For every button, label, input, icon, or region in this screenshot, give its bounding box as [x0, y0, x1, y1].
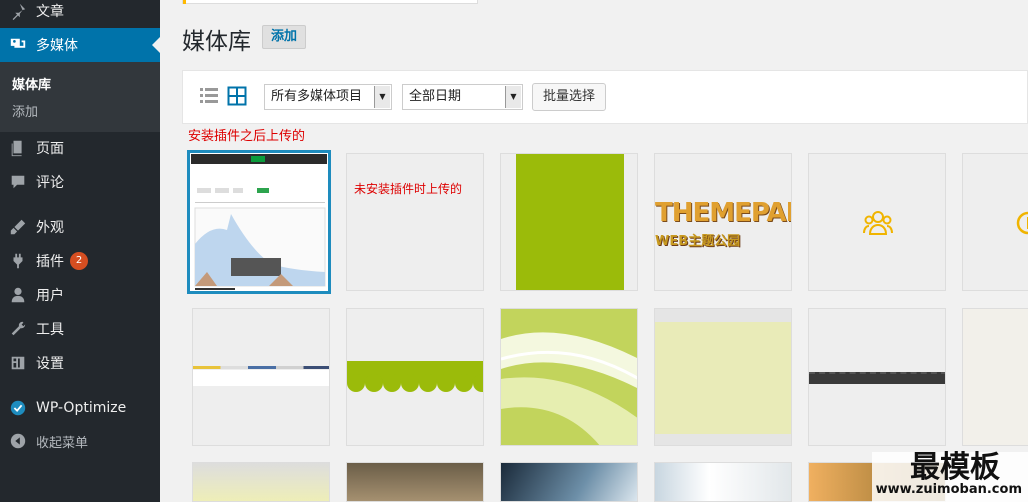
- pages-icon: [0, 139, 36, 157]
- group-users-icon: [863, 211, 893, 235]
- appearance-icon: [0, 218, 36, 236]
- media-type-filter-value: 所有多媒体项目: [271, 89, 363, 104]
- menu-posts[interactable]: 文章: [0, 0, 160, 28]
- menu-users-label: 用户: [36, 288, 64, 304]
- menu-settings-label: 设置: [36, 356, 64, 372]
- menu-comments-label: 评论: [36, 175, 64, 191]
- chevron-down-icon: ▼: [374, 86, 390, 108]
- attachment-tile[interactable]: [192, 308, 330, 446]
- menu-media-label: 多媒体: [36, 38, 78, 54]
- submenu-library[interactable]: 媒体库: [12, 74, 51, 93]
- wp-optimize-icon: [0, 399, 36, 417]
- menu-pages-label: 页面: [36, 141, 64, 157]
- menu-plugins[interactable]: 插件 2: [0, 244, 160, 278]
- attachment-tile[interactable]: [962, 308, 1028, 446]
- admin-sidebar: 文章 多媒体 媒体库 添加 页面 评论 外观 插件 2 用户 工具 设置 WP-…: [0, 0, 160, 502]
- plugins-icon: [0, 252, 36, 270]
- watermark: 最模板 www.zuimoban.com: [872, 450, 1028, 502]
- dark-band-image: [809, 372, 945, 384]
- annotation-after-plugin: 安装插件之后上传的: [188, 129, 306, 144]
- menu-wp-optimize[interactable]: WP-Optimize: [0, 391, 160, 425]
- attachment-tile[interactable]: [808, 308, 946, 446]
- menu-collapse[interactable]: 收起菜单: [0, 424, 160, 458]
- attachment-tile[interactable]: THEMEPARK WEB主题公园: [654, 153, 792, 291]
- pin-icon: [0, 2, 36, 20]
- attachment-tile[interactable]: [500, 308, 638, 446]
- menu-collapse-label: 收起菜单: [36, 435, 89, 451]
- list-view-icon[interactable]: [199, 86, 219, 106]
- attachment-tile[interactable]: [187, 150, 331, 294]
- media-submenu: 媒体库 添加: [0, 62, 160, 132]
- green-image-thumbnail: [516, 154, 624, 290]
- watermark-title: 最模板: [910, 450, 1000, 485]
- users-icon: [0, 286, 36, 304]
- menu-comments[interactable]: 评论: [0, 165, 160, 199]
- menu-appearance[interactable]: 外观: [0, 210, 160, 244]
- attachment-tile[interactable]: [808, 153, 946, 291]
- tools-icon: [0, 320, 36, 338]
- main-content: 媒体库 添加 所有多媒体项目 ▼ 全部日期 ▼ 批量选择 安装插件之后上传的 未…: [160, 0, 1028, 502]
- dashboard-screenshot-thumbnail: [191, 154, 327, 290]
- attachment-tile[interactable]: 未安装插件时上传的: [346, 153, 484, 291]
- watermark-url: www.zuimoban.com: [875, 482, 1022, 497]
- coin-icon: [1016, 211, 1028, 235]
- comments-icon: [0, 173, 36, 191]
- color-strip-image: [193, 366, 329, 369]
- date-filter[interactable]: 全部日期 ▼: [402, 84, 523, 110]
- attachment-tile[interactable]: [346, 462, 484, 502]
- attachment-tile[interactable]: [654, 462, 792, 502]
- attachment-tile[interactable]: [500, 462, 638, 502]
- annotation-before-plugin: 未安装插件时上传的: [354, 182, 463, 196]
- plugins-update-badge: 2: [70, 252, 88, 270]
- media-type-filter[interactable]: 所有多媒体项目 ▼: [264, 84, 392, 110]
- menu-users[interactable]: 用户: [0, 278, 160, 312]
- collapse-icon: [0, 432, 36, 450]
- menu-pages[interactable]: 页面: [0, 131, 160, 165]
- green-swoosh-image: [501, 309, 637, 445]
- themepark-logo-subtext: WEB主题公园: [655, 234, 741, 249]
- media-toolbar: 所有多媒体项目 ▼ 全部日期 ▼ 批量选择: [182, 70, 1028, 124]
- add-new-button[interactable]: 添加: [262, 25, 307, 49]
- media-icon: [0, 36, 36, 54]
- chevron-down-icon: ▼: [505, 86, 521, 108]
- page-title: 媒体库: [182, 29, 251, 55]
- menu-appearance-label: 外观: [36, 220, 64, 236]
- bulk-select-button[interactable]: 批量选择: [532, 83, 607, 111]
- green-scallop-banner-image: [347, 361, 483, 392]
- submenu-add[interactable]: 添加: [12, 101, 38, 120]
- grid-view-icon[interactable]: [227, 86, 247, 106]
- attachment-tile[interactable]: [654, 308, 792, 446]
- attachment-tile[interactable]: [346, 308, 484, 446]
- pale-green-image: [655, 322, 791, 434]
- menu-wp-optimize-label: WP-Optimize: [36, 400, 127, 416]
- settings-icon: [0, 354, 36, 372]
- menu-media[interactable]: 多媒体: [0, 28, 160, 62]
- themepark-logo-text: THEMEPARK: [655, 198, 791, 228]
- menu-tools[interactable]: 工具: [0, 312, 160, 346]
- notice-bar: [182, 0, 478, 4]
- menu-posts-label: 文章: [36, 4, 64, 20]
- attachment-tile[interactable]: [500, 153, 638, 291]
- date-filter-value: 全部日期: [409, 89, 462, 104]
- menu-tools-label: 工具: [36, 322, 64, 338]
- menu-settings[interactable]: 设置: [0, 346, 160, 380]
- white-band-image: [193, 370, 329, 386]
- attachment-tile[interactable]: [192, 462, 330, 502]
- attachment-tile[interactable]: [962, 153, 1028, 291]
- menu-plugins-label: 插件: [36, 254, 64, 270]
